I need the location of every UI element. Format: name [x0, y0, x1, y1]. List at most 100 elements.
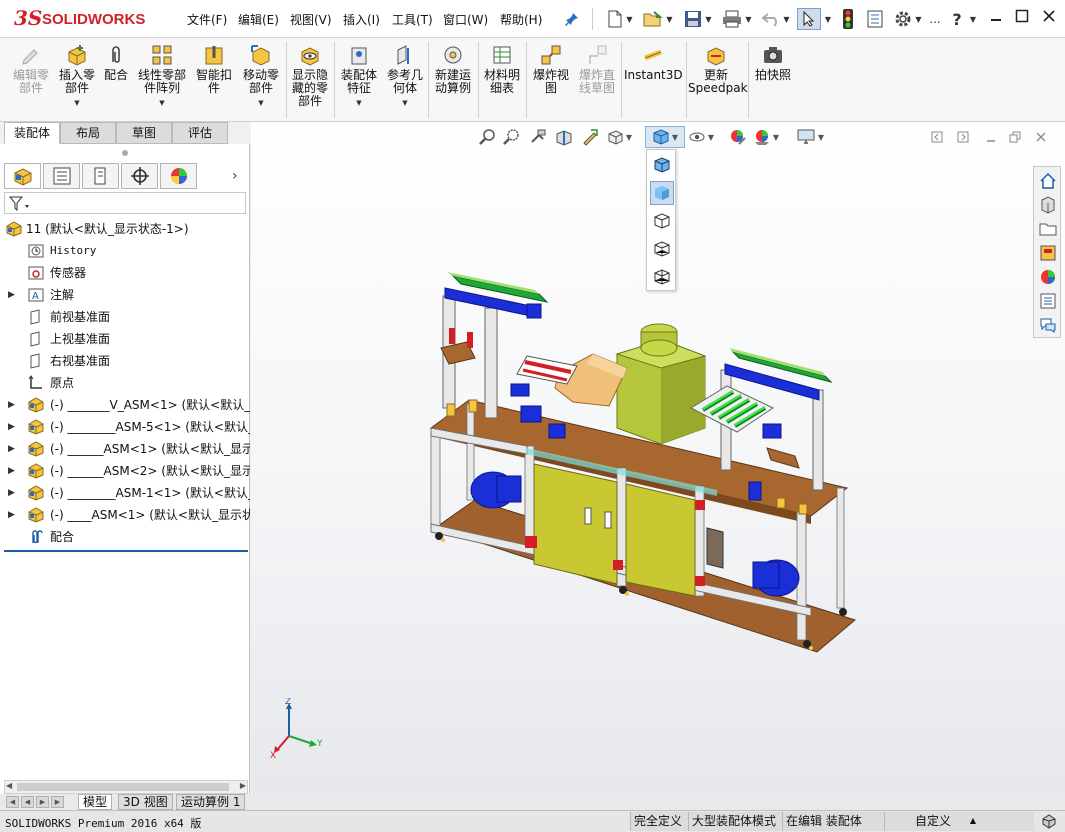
more-commands[interactable]: ... [928, 8, 942, 30]
rebuild-traffic-light-icon[interactable] [838, 8, 858, 30]
show-hidden-components-button[interactable]: 显示隐 藏的零 部件 [288, 44, 332, 108]
select-cursor-icon[interactable] [797, 8, 821, 30]
menu-view[interactable]: 视图(V) [290, 11, 332, 28]
tree-item[interactable]: ▶ (-) ________ASM-5<1> (默认<默认_ [0, 416, 250, 438]
tooltip-toggle-icon[interactable] [1040, 813, 1060, 831]
open-document-icon[interactable]: ▼ [640, 8, 676, 30]
smart-fasteners-button[interactable]: 智能扣 件 [192, 44, 236, 95]
graphics-area[interactable]: ▼ ▼ ▼ ▼ ▼ Z Y X [251, 122, 1065, 794]
exploded-view-button[interactable]: 爆炸视 图 [528, 44, 574, 95]
unit-system-selector[interactable]: 自定义 ▲ [884, 812, 1034, 831]
menu-tools[interactable]: 工具(T) [392, 11, 433, 28]
close-icon[interactable] [1037, 6, 1061, 30]
tab-model[interactable]: 模型 [78, 794, 113, 810]
expand-arrow-icon[interactable]: ▶ [8, 394, 15, 416]
view-orientation-icon[interactable]: ▼ [605, 126, 633, 148]
tree-item[interactable]: ▶ (-) ______ASM<1> (默认<默认_显示 [0, 438, 250, 460]
tree-item[interactable]: ▶ (-) ____ASM<1> (默认<默认_显示状 [0, 504, 250, 526]
appearances-scenes-icon[interactable] [1036, 265, 1059, 288]
viewport-minimize-icon[interactable] [981, 126, 1001, 148]
tab-evaluate[interactable]: 评估 [172, 122, 228, 144]
display-manager-tab-icon[interactable] [160, 163, 197, 189]
display-style-icon[interactable]: ▼ [645, 126, 685, 148]
configuration-manager-tab-icon[interactable] [82, 163, 119, 189]
tree-item[interactable]: 传感器 [0, 262, 250, 284]
undo-icon[interactable]: ▼ [758, 8, 794, 30]
minimize-icon[interactable] [984, 6, 1008, 30]
select-dropdown-icon[interactable]: ▼ [822, 8, 834, 30]
tree-item[interactable]: 配合 [0, 526, 250, 548]
insert-components-button[interactable]: 插入零 部件 ▼ [54, 44, 100, 110]
update-speedpak-button[interactable]: 更新 Speedpak [688, 44, 748, 95]
tree-item[interactable]: 上视基准面 [0, 328, 250, 350]
menu-help[interactable]: 帮助(H) [500, 11, 542, 28]
move-component-dropdown-icon[interactable]: ▼ [238, 97, 284, 110]
linear-pattern-dropdown-icon[interactable]: ▼ [134, 97, 190, 110]
tree-item[interactable]: History [0, 240, 250, 262]
menu-file[interactable]: 文件(F) [187, 11, 227, 28]
view-palette-icon[interactable] [1036, 241, 1059, 264]
edit-part-button[interactable]: 编辑零 部件 [8, 44, 54, 95]
assembly-features-button[interactable]: 装配体 特征 ▼ [336, 44, 382, 110]
file-properties-icon[interactable] [864, 8, 886, 30]
options-gear-icon[interactable]: ▼ [890, 8, 926, 30]
assembly-features-dropdown-icon[interactable]: ▼ [336, 97, 382, 110]
reference-geometry-button[interactable]: 参考几 何体 ▼ [384, 44, 426, 110]
tab-last-icon[interactable]: ▶ [51, 796, 64, 808]
snapshot-button[interactable]: 拍快照 [750, 44, 796, 82]
new-document-icon[interactable]: ▼ [602, 8, 638, 30]
help-question-icon[interactable]: ? [948, 8, 966, 30]
scroll-left-icon[interactable]: ◀ [6, 781, 12, 790]
save-icon[interactable]: ▼ [680, 8, 716, 30]
insert-components-dropdown-icon[interactable]: ▼ [54, 97, 100, 110]
custom-properties-icon[interactable] [1036, 289, 1059, 312]
design-library-icon[interactable] [1036, 193, 1059, 216]
tree-item[interactable]: ▶ A 注解 [0, 284, 250, 306]
apply-scene-icon[interactable]: ▼ [751, 126, 781, 148]
tree-root-assembly[interactable]: 11 (默认<默认_显示状态-1>) [0, 218, 250, 240]
expand-arrow-icon[interactable]: ▶ [8, 482, 15, 504]
chevron-right-icon[interactable]: › [232, 166, 246, 186]
expand-arrow-icon[interactable]: ▶ [8, 416, 15, 438]
linear-pattern-button[interactable]: 线性零部 件阵列 ▼ [134, 44, 190, 110]
tree-item[interactable]: 前视基准面 [0, 306, 250, 328]
forum-chat-icon[interactable] [1036, 313, 1059, 336]
tab-next-icon[interactable]: ▶ [36, 796, 49, 808]
dimxpert-manager-tab-icon[interactable] [121, 163, 158, 189]
scroll-right-icon[interactable]: ▶ [240, 781, 246, 790]
explode-line-sketch-button[interactable]: 爆炸直 线草图 [575, 44, 619, 95]
pane-splitter-handle[interactable] [122, 150, 128, 156]
tree-item[interactable]: ▶ (-) ________ASM-1<1> (默认<默认_ [0, 482, 250, 504]
feature-manager-tab-icon[interactable] [4, 163, 41, 189]
move-component-button[interactable]: 移动零 部件 ▼ [238, 44, 284, 110]
edit-appearance-icon[interactable] [727, 126, 749, 148]
file-explorer-icon[interactable] [1036, 217, 1059, 240]
dynamic-annotation-icon[interactable] [579, 126, 601, 148]
tab-first-icon[interactable]: ◀ [6, 796, 19, 808]
hidden-lines-removed-icon[interactable] [650, 209, 674, 233]
expand-arrow-icon[interactable]: ▶ [8, 438, 15, 460]
mate-button[interactable]: 配合 [100, 44, 132, 82]
bom-button[interactable]: 材料明 细表 [480, 44, 524, 95]
tree-item[interactable]: ▶ (-) ______ASM<2> (默认<默认_显示 [0, 460, 250, 482]
shaded-with-edges-icon[interactable] [650, 153, 674, 177]
tree-filter[interactable] [4, 192, 246, 214]
solidworks-logo[interactable]: 3S SOLIDWORKS [14, 6, 159, 34]
new-motion-study-button[interactable]: 新建运 动算例 [430, 44, 476, 95]
viewport-close-icon[interactable] [1031, 126, 1051, 148]
viewport-collapse-left-icon[interactable] [927, 126, 947, 148]
view-settings-monitor-icon[interactable]: ▼ [793, 126, 827, 148]
tab-assembly[interactable]: 装配体 [4, 122, 60, 144]
tree-horizontal-scrollbar[interactable]: ◀ ▶ [4, 780, 248, 794]
solidworks-resources-home-icon[interactable] [1036, 169, 1059, 192]
scrollbar-thumb[interactable] [17, 783, 229, 791]
hide-show-items-icon[interactable]: ▼ [687, 126, 715, 148]
maximize-icon[interactable] [1010, 6, 1034, 30]
expand-arrow-icon[interactable]: ▶ [8, 504, 15, 526]
shaded-icon[interactable] [650, 181, 674, 205]
menu-insert[interactable]: 插入(I) [343, 11, 380, 28]
reference-geometry-dropdown-icon[interactable]: ▼ [384, 97, 426, 110]
menu-window[interactable]: 窗口(W) [443, 11, 488, 28]
menu-edit[interactable]: 编辑(E) [238, 11, 279, 28]
tab-sketch[interactable]: 草图 [116, 122, 172, 144]
